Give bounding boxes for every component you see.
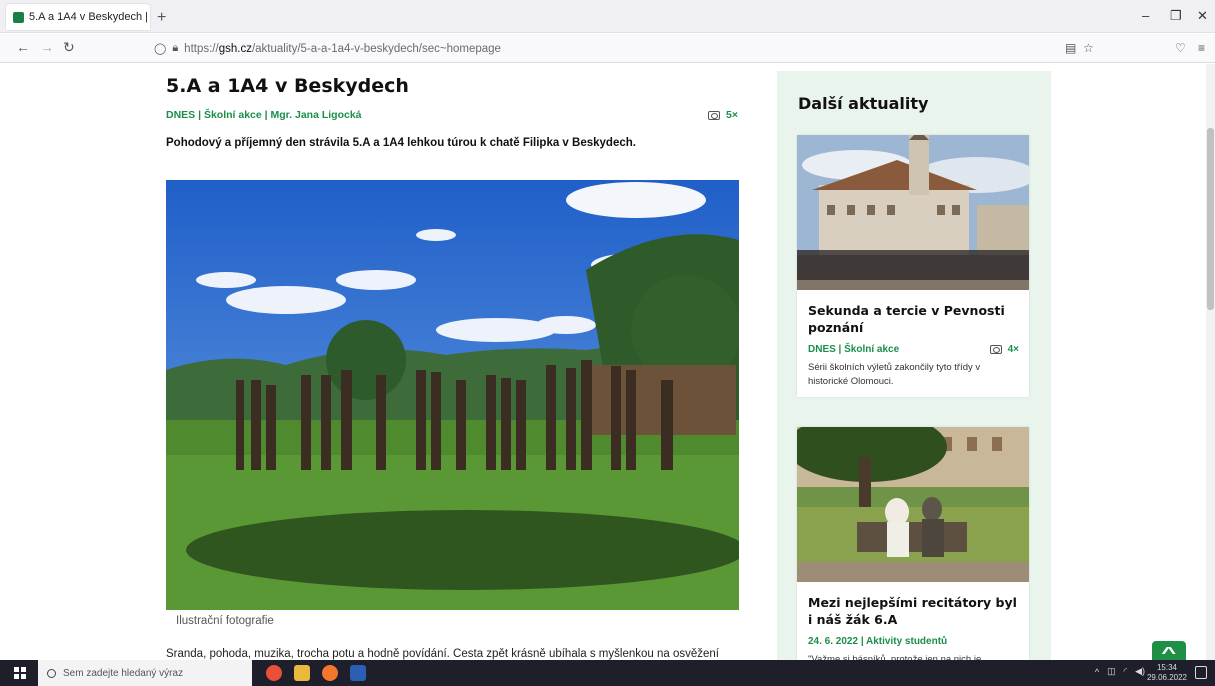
article-photo[interactable] <box>166 180 739 610</box>
article-perex: Pohodový a příjemný den strávila 5.A a 1… <box>166 137 636 149</box>
url-host: gsh.cz <box>218 42 252 55</box>
windows-start-icon[interactable] <box>14 667 26 679</box>
photo-count: 5× <box>726 109 738 121</box>
url-scheme: https:// <box>184 42 219 55</box>
volume-icon[interactable]: ◀) <box>1135 666 1145 677</box>
close-window-icon[interactable]: ✕ <box>1197 8 1208 24</box>
taskbar-search-placeholder: Sem zadejte hledaný výraz <box>63 667 184 679</box>
restore-icon[interactable]: ❐ <box>1170 8 1182 24</box>
article-meta: DNES | Školní akce | Mgr. Jana Ligocká 5… <box>166 109 740 121</box>
menu-hamburger-icon[interactable]: ≡ <box>1198 41 1205 55</box>
news-card-title[interactable]: Sekunda a tercie v Pevnosti poznání <box>797 290 1029 336</box>
windows-taskbar: Sem zadejte hledaný výraz ^ ◫ ◜ ◀) 15:34… <box>0 660 1215 686</box>
sidebar-heading: Další aktuality <box>798 94 929 113</box>
new-tab-plus-icon[interactable]: + <box>157 9 166 27</box>
article-body-text: Sranda, pohoda, muzika, trocha potu a ho… <box>166 648 719 660</box>
address-bar[interactable]: ◯ 🔒︎ https://gsh.cz/aktuality/5-a-a-1a4-… <box>154 38 1094 59</box>
firefox-icon[interactable] <box>322 665 338 681</box>
news-card-thumbnail <box>797 427 1029 582</box>
site-favicon-icon <box>13 11 24 23</box>
news-card-meta-text[interactable]: 24. 6. 2022 | Aktivity studentů <box>808 636 947 647</box>
padlock-icon[interactable]: 🔒︎ <box>172 42 178 55</box>
clock-time: 15:34 <box>1156 663 1177 672</box>
news-card-thumbnail <box>797 135 1029 290</box>
back-to-top-button[interactable]: ^ <box>1152 641 1186 660</box>
article-title: 5.A a 1A4 v Beskydech <box>166 75 409 97</box>
reload-icon[interactable]: ↻ <box>63 39 75 56</box>
clock-date: 29.06.2022 <box>1146 673 1187 682</box>
news-sidebar: Další aktuality Sekunda a tercie v Pevno… <box>777 71 1051 660</box>
taskbar-search[interactable]: Sem zadejte hledaný výraz <box>38 660 252 686</box>
taskbar-clock[interactable]: 15:34 29.06.2022 <box>1147 663 1187 683</box>
scrollbar-thumb[interactable] <box>1207 128 1214 310</box>
minimize-icon[interactable]: – <box>1142 8 1149 23</box>
news-card-meta-text[interactable]: DNES | Školní akce <box>808 344 899 355</box>
forward-arrow-icon[interactable]: → <box>40 39 54 55</box>
news-card-gallery-link[interactable]: 4× <box>989 344 1019 355</box>
word-icon[interactable] <box>350 665 366 681</box>
article-meta-text[interactable]: DNES | Školní akce | Mgr. Jana Ligocká <box>166 109 362 121</box>
tracking-shield-icon[interactable]: ◯ <box>154 42 166 55</box>
news-card[interactable]: Sekunda a tercie v Pevnosti poznání DNES… <box>797 135 1029 397</box>
back-arrow-icon[interactable]: ← <box>16 39 30 55</box>
chrome-icon[interactable] <box>266 665 282 681</box>
file-explorer-icon[interactable] <box>294 665 310 681</box>
chevron-up-icon: ^ <box>1161 645 1177 660</box>
news-card[interactable]: Mezi nejlepšími recitátory byl i náš žák… <box>797 427 1029 660</box>
news-card-description: Sérii školních výletů zakončily tyto tří… <box>808 362 981 387</box>
gallery-icon <box>989 345 1002 354</box>
search-icon <box>47 668 56 678</box>
news-card-photo-count: 4× <box>1007 344 1019 355</box>
browser-tab-bar: 5.A a 1A4 v Beskydech | × + – ❐ ✕ <box>0 0 1215 33</box>
group-photo-image <box>166 180 739 610</box>
photo-gallery-link[interactable]: 5× <box>708 109 738 121</box>
browser-tab[interactable]: 5.A a 1A4 v Beskydech | × <box>6 4 150 30</box>
tab-title: 5.A a 1A4 v Beskydech | × <box>29 11 150 23</box>
web-page: 5.A a 1A4 v Beskydech DNES | Školní akce… <box>0 64 1215 660</box>
article: 5.A a 1A4 v Beskydech DNES | Školní akce… <box>166 64 740 660</box>
news-card-meta: 24. 6. 2022 | Aktivity studentů <box>797 628 1029 647</box>
news-card-meta: DNES | Školní akce 4× <box>797 336 1029 355</box>
pocket-icon[interactable]: ♡ <box>1175 41 1186 55</box>
system-tray[interactable]: ^ ◫ ◜ ◀) <box>1095 666 1145 677</box>
news-card-title[interactable]: Mezi nejlepšími recitátory byl i náš žák… <box>797 582 1029 628</box>
url-path: /aktuality/5-a-a-1a4-v-beskydech/sec~hom… <box>251 42 501 55</box>
wifi-icon[interactable]: ◜ <box>1124 666 1128 677</box>
bookmark-star-icon[interactable]: ☆ <box>1083 41 1094 55</box>
gallery-icon <box>708 110 721 120</box>
tray-chevron-up-icon[interactable]: ^ <box>1095 667 1099 677</box>
news-card-description: "Važme si básníků, protože jen na nich j… <box>808 654 982 660</box>
reader-view-icon[interactable]: ▤ <box>1065 41 1076 55</box>
page-scrollbar[interactable] <box>1206 64 1215 660</box>
photo-caption: Ilustrační fotografie <box>176 615 274 627</box>
browser-nav-bar: ← → ↻ ◯ 🔒︎ https://gsh.cz/aktuality/5-a-… <box>0 34 1215 63</box>
notification-center-icon[interactable] <box>1195 666 1207 679</box>
network-icon[interactable]: ◫ <box>1107 666 1116 677</box>
